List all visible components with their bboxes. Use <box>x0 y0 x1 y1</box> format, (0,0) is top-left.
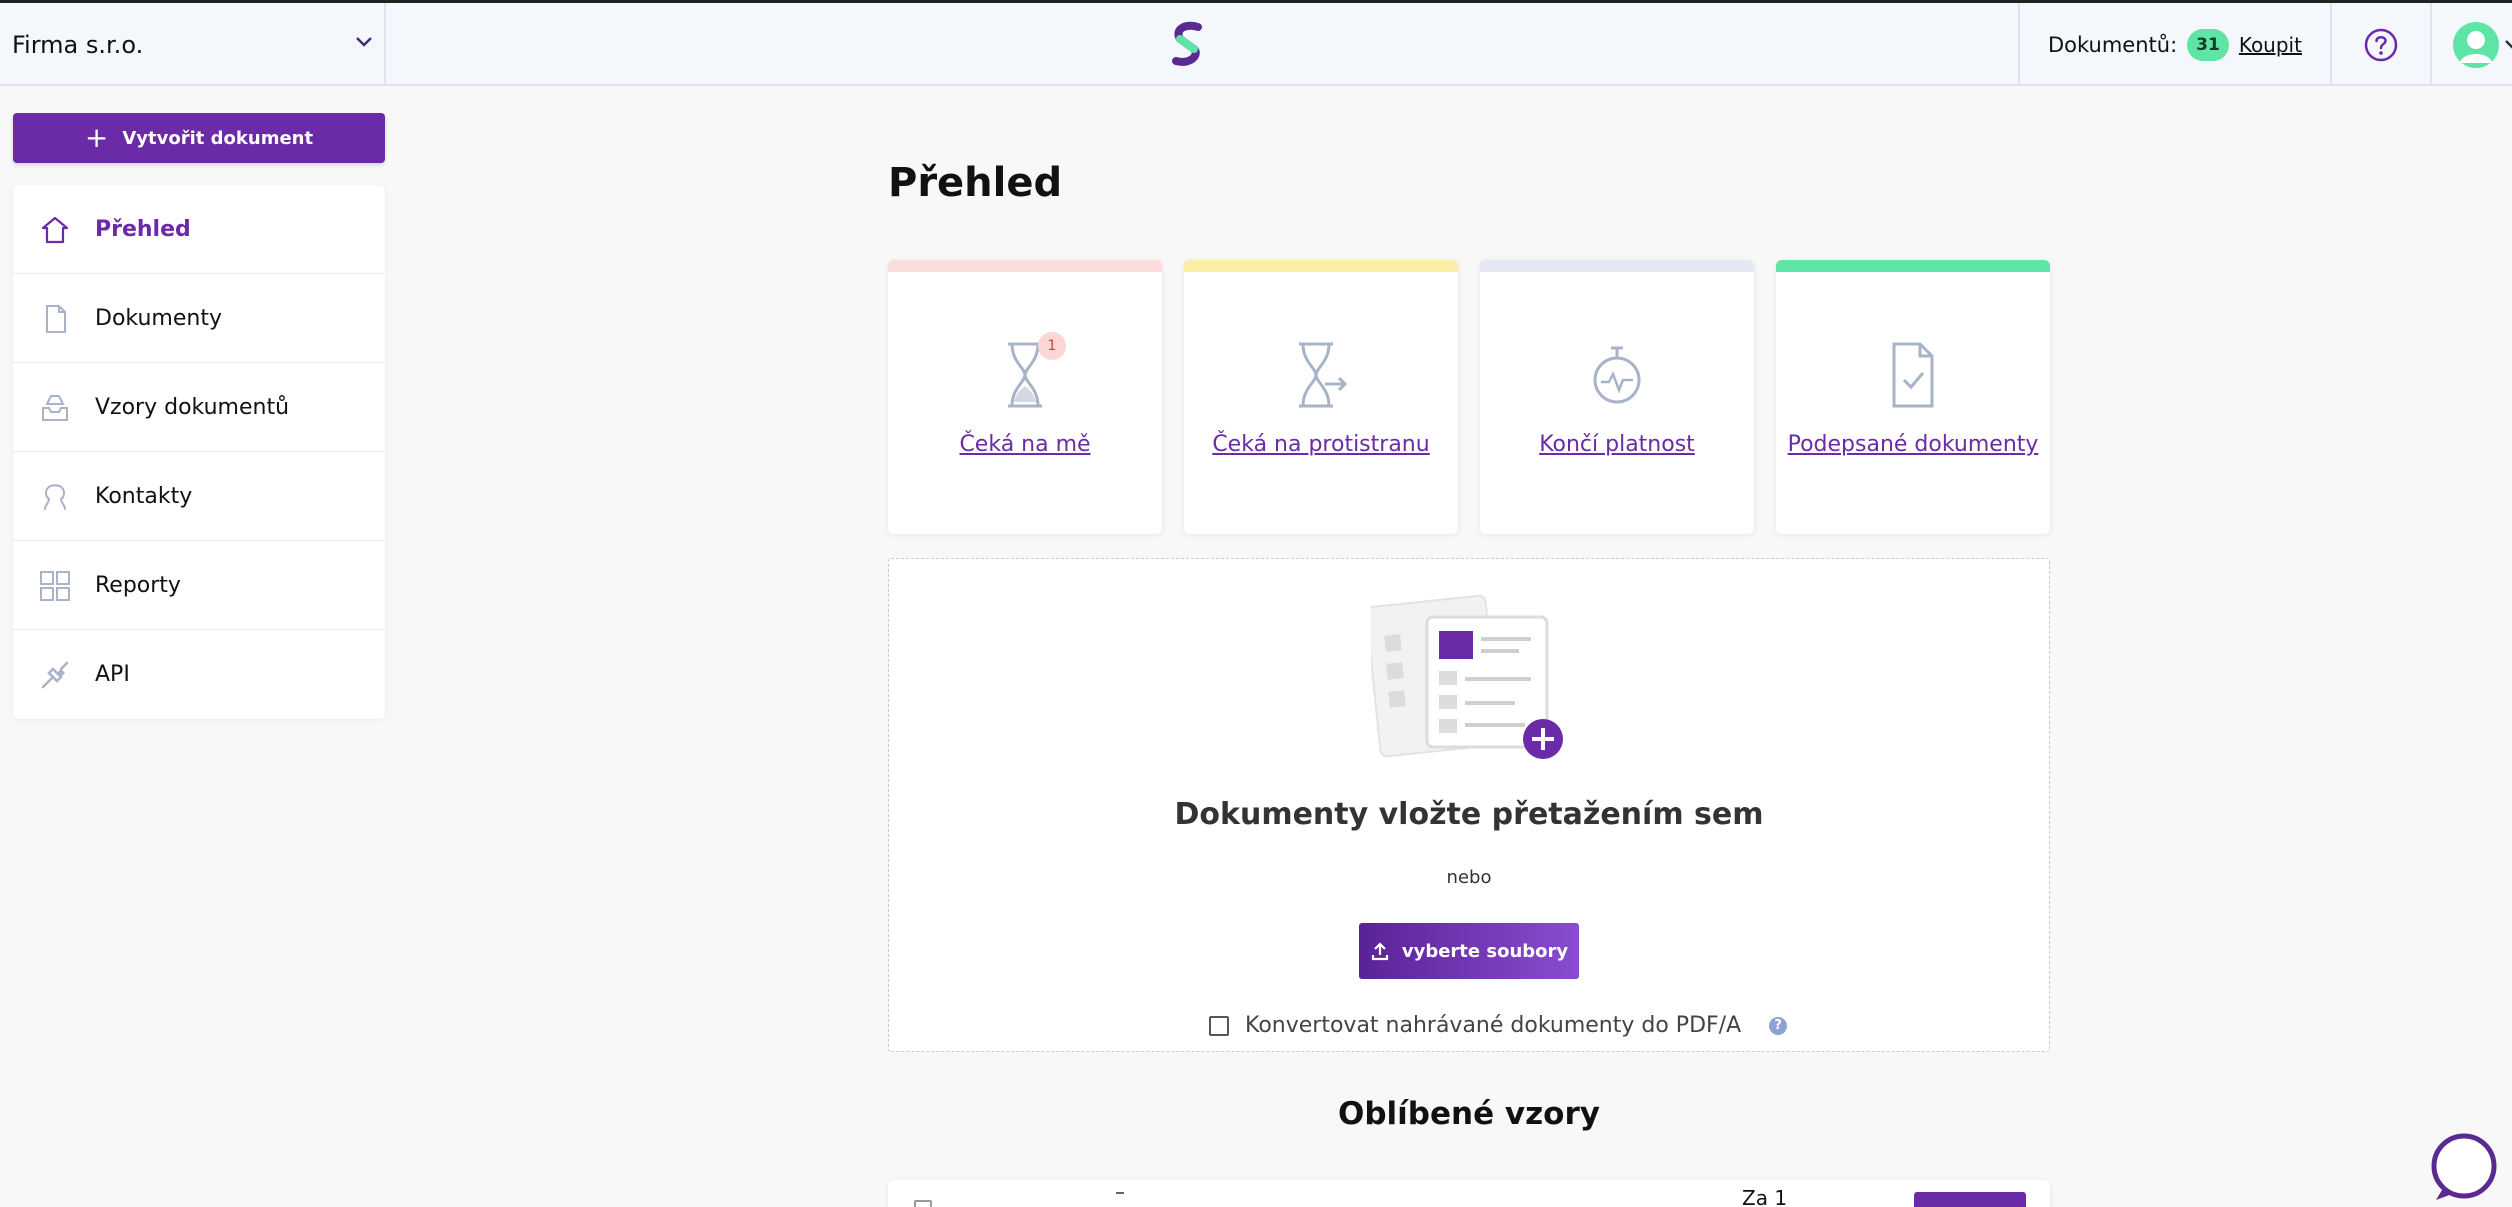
sidebar-item-label: Kontakty <box>95 483 193 509</box>
favorites-title: Oblíbené vzory <box>1338 1096 1600 1132</box>
hourglass-arrow-icon <box>1299 342 1348 408</box>
template-price-text: Za 1 <box>1742 1186 1788 1207</box>
tile-label[interactable]: Podepsané dokumenty <box>1776 432 2050 457</box>
sidebar-item-kontakty[interactable]: Kontakty <box>13 452 385 541</box>
sidebar-item-reporty[interactable]: Reporty <box>13 541 385 630</box>
template-checkbox[interactable] <box>914 1200 932 1207</box>
chat-icon[interactable] <box>2428 1132 2500 1204</box>
chevron-down-icon <box>356 37 372 47</box>
upload-documents-illustration <box>1371 594 1563 759</box>
dropzone-or: nebo <box>1446 867 1492 888</box>
tile-label[interactable]: Končí platnost <box>1480 432 1754 457</box>
create-document-button[interactable]: + Vytvořit dokument <box>13 113 385 163</box>
tile-label[interactable]: Čeká na mě <box>888 432 1162 457</box>
sidebar-item-label: API <box>95 662 130 687</box>
document-icon <box>46 305 66 333</box>
tile-signed-documents[interactable]: Podepsané dokumenty <box>1776 260 2050 534</box>
sidebar-item-label: Vzory dokumentů <box>95 394 290 420</box>
stopwatch-icon <box>1593 346 1641 404</box>
plus-icon: + <box>84 121 109 154</box>
signed-document-icon <box>1892 342 1934 408</box>
dropzone-title: Dokumenty vložte přetažením sem <box>1174 797 1764 832</box>
sidebar-item-api[interactable]: API <box>13 630 385 719</box>
grid-icon <box>40 571 70 601</box>
tile-waiting-for-me[interactable]: 1 Čeká na mě <box>888 260 1162 534</box>
inbox-icon <box>42 395 68 421</box>
upload-icon <box>1371 942 1388 961</box>
help-icon <box>2364 28 2398 61</box>
tile-label[interactable]: Čeká na protistranu <box>1184 432 1458 457</box>
convert-pdfa-checkbox[interactable] <box>1209 1015 1229 1036</box>
page-title: Přehled <box>888 160 1063 206</box>
contact-icon <box>44 484 66 510</box>
convert-pdfa-option: Konvertovat nahrávané dokumenty do PDF/A… <box>1209 1013 1788 1038</box>
home-icon <box>41 216 69 244</box>
tile-color-bar <box>888 260 1162 272</box>
header-right: Dokumentů: 31 Koupit <box>2018 3 2512 86</box>
favorite-template-row[interactable]: Za 1 <box>888 1180 2050 1207</box>
company-name: Firma s.r.o. <box>12 30 144 59</box>
help-button[interactable] <box>2332 3 2432 86</box>
tile-expiring[interactable]: Končí platnost <box>1480 260 1754 534</box>
select-files-button[interactable]: vyberte soubory <box>1359 923 1579 979</box>
sidebar-item-prehled[interactable]: Přehled <box>13 185 385 274</box>
documents-counter: Dokumentů: 31 Koupit <box>2020 3 2332 86</box>
tile-color-bar <box>1480 260 1754 272</box>
plug-icon <box>41 661 69 689</box>
sidebar-item-label: Dokumenty <box>95 305 222 331</box>
sidebar-item-label: Přehled <box>95 216 191 242</box>
user-menu[interactable] <box>2432 3 2512 86</box>
buy-link[interactable]: Koupit <box>2239 33 2302 57</box>
info-icon[interactable]: ? <box>1769 1016 1788 1035</box>
documents-label: Dokumentů: <box>2048 32 2178 57</box>
sidebar-item-label: Reporty <box>95 572 181 598</box>
tile-color-bar <box>1776 260 2050 272</box>
convert-pdfa-label[interactable]: Konvertovat nahrávané dokumenty do PDF/A <box>1245 1013 1741 1038</box>
tile-color-bar <box>1184 260 1458 272</box>
select-files-label: vyberte soubory <box>1401 940 1569 962</box>
sidebar-item-vzory[interactable]: Vzory dokumentů <box>13 363 385 452</box>
upload-dropzone[interactable]: Dokumenty vložte přetažením sem nebo vyb… <box>888 558 2050 1052</box>
top-bar: Firma s.r.o. Dokumentů: 31 Koupit <box>0 0 2512 86</box>
logo-icon[interactable] <box>1168 21 1208 69</box>
create-document-label: Vytvořit dokument <box>122 127 314 149</box>
company-selector[interactable]: Firma s.r.o. <box>0 3 386 86</box>
template-action-button[interactable] <box>1914 1192 2026 1207</box>
tile-waiting-for-counterparty[interactable]: Čeká na protistranu <box>1184 260 1458 534</box>
documents-count-badge: 31 <box>2187 28 2229 61</box>
sidebar-nav: Přehled Dokumenty Vzory dokumentů Kontak… <box>13 185 385 719</box>
chevron-down-icon <box>2505 39 2512 49</box>
notification-badge: 1 <box>1038 332 1066 360</box>
sidebar-item-dokumenty[interactable]: Dokumenty <box>13 274 385 363</box>
avatar <box>2452 21 2499 68</box>
template-name-fragment <box>1116 1192 1124 1196</box>
